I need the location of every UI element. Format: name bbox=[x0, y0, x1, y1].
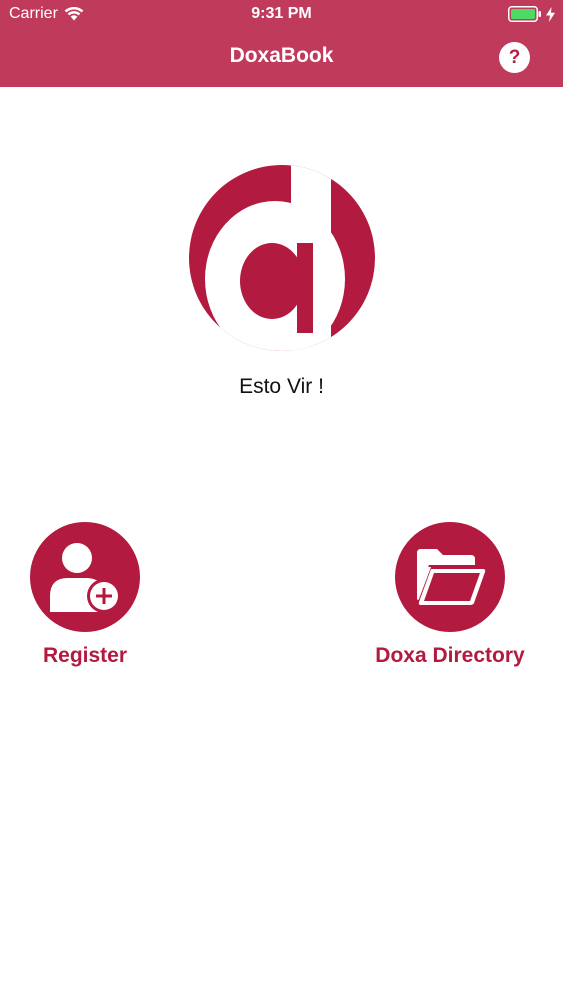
battery-group bbox=[508, 6, 555, 22]
battery-icon bbox=[508, 6, 541, 22]
add-user-icon bbox=[50, 543, 121, 613]
tagline: Esto Vir ! bbox=[239, 375, 324, 398]
status-bar: Carrier 9:31 PM bbox=[0, 0, 563, 30]
status-time: 9:31 PM bbox=[251, 5, 312, 22]
register-label: Register bbox=[42, 644, 128, 667]
doxa-logo bbox=[189, 165, 375, 351]
help-button[interactable]: ? bbox=[499, 42, 530, 73]
doxa-directory-button[interactable]: Doxa Directory bbox=[360, 522, 540, 668]
doxa-directory-label: Doxa Directory bbox=[375, 644, 525, 667]
register-circle[interactable] bbox=[30, 522, 140, 632]
charging-bolt-icon bbox=[546, 6, 555, 22]
directory-circle[interactable] bbox=[395, 522, 505, 632]
navigation-header: Carrier 9:31 PM DoxaBook ? bbox=[0, 0, 563, 87]
folder-open-icon bbox=[417, 549, 486, 605]
nav-title: DoxaBook bbox=[229, 44, 334, 67]
help-icon: ? bbox=[508, 46, 521, 68]
register-button[interactable]: Register bbox=[20, 522, 150, 668]
